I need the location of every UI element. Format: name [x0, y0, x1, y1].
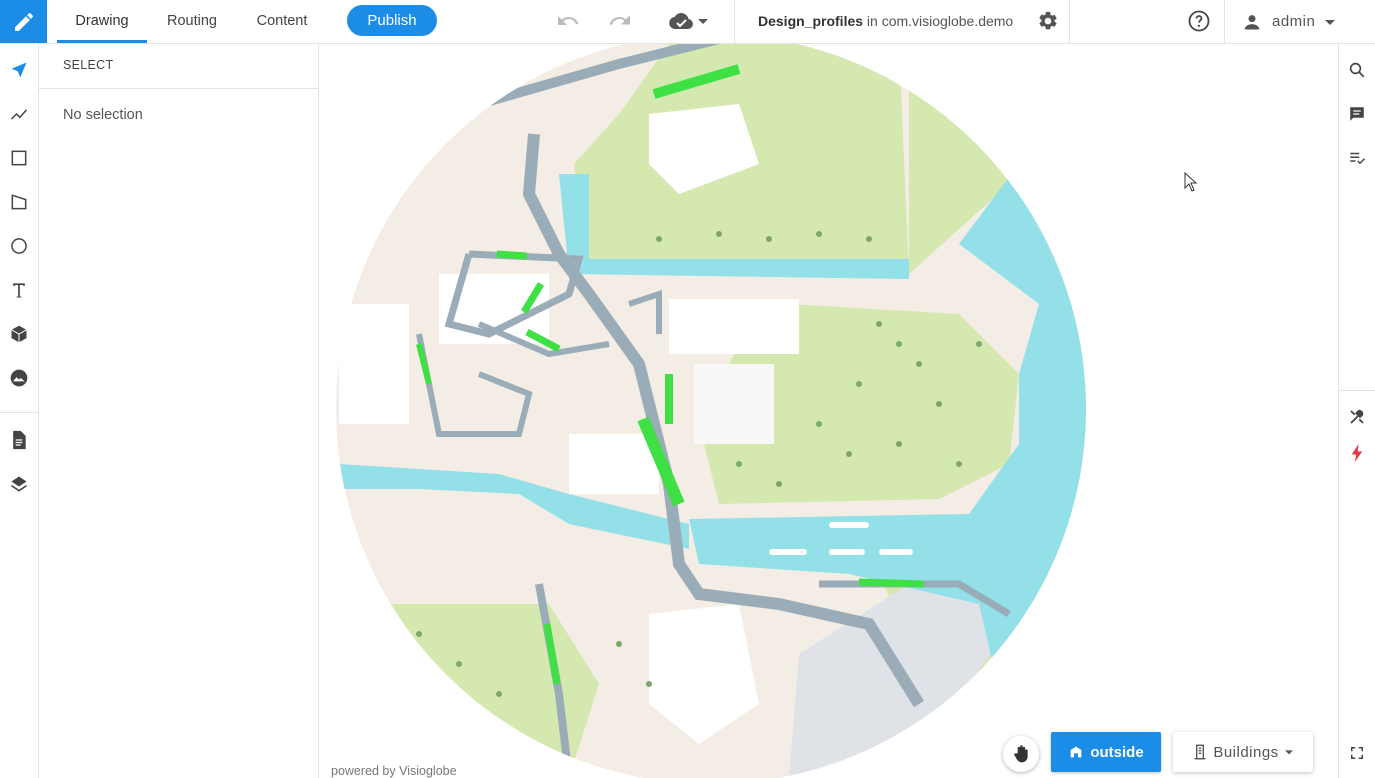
chevron-down-icon [1284, 750, 1293, 755]
image-icon[interactable] [7, 366, 31, 390]
selection-status: No selection [63, 107, 143, 123]
outside-label: outside [1090, 743, 1144, 761]
map-view[interactable] [319, 44, 1338, 778]
app-root: Drawing Routing Content Publish Design_p… [0, 0, 1375, 778]
map-canvas[interactable]: powered by Visioglobe outside Buildings [319, 44, 1338, 778]
pencil-icon[interactable] [0, 0, 47, 43]
right-toolbar [1338, 44, 1375, 778]
tab-content[interactable]: Content [240, 0, 324, 43]
chevron-down-icon [1325, 19, 1336, 25]
map-circle [336, 44, 1086, 778]
buildings-dropdown[interactable]: Buildings [1173, 732, 1313, 772]
divider [0, 412, 39, 413]
checklist-icon[interactable] [1346, 147, 1368, 169]
map-credit: powered by Visioglobe [331, 764, 457, 778]
gear-icon[interactable] [1035, 8, 1061, 34]
buildings-label: Buildings [1213, 743, 1279, 761]
lightning-icon[interactable] [1346, 442, 1368, 464]
circle-icon[interactable] [7, 234, 31, 258]
select-arrow-icon[interactable] [7, 58, 31, 82]
outside-button[interactable]: outside [1051, 732, 1161, 772]
divider [1069, 0, 1070, 43]
user-menu[interactable]: admin [1242, 0, 1336, 43]
divider [1224, 0, 1225, 43]
cloud-check-icon[interactable] [666, 8, 710, 34]
project-context: in com.visioglobe.demo [863, 13, 1014, 29]
project-title: Design_profiles in com.visioglobe.demo [758, 0, 1013, 42]
top-bar: Drawing Routing Content Publish Design_p… [0, 0, 1375, 44]
user-icon [1244, 14, 1260, 29]
divider [734, 0, 735, 43]
left-toolbar [0, 44, 39, 778]
comment-icon[interactable] [1346, 103, 1368, 125]
polygon-icon[interactable] [7, 190, 31, 214]
tools-icon[interactable] [1346, 406, 1368, 428]
publish-button[interactable]: Publish [347, 5, 437, 36]
undo-icon[interactable] [555, 8, 581, 34]
redo-icon[interactable] [607, 8, 633, 34]
divider [1339, 390, 1375, 391]
tab-drawing[interactable]: Drawing [57, 0, 147, 43]
fullscreen-icon[interactable] [1346, 742, 1368, 764]
document-icon[interactable] [7, 428, 31, 452]
layers-icon[interactable] [7, 472, 31, 496]
tower-icon [1194, 744, 1206, 760]
project-name: Design_profiles [758, 13, 864, 29]
tab-routing[interactable]: Routing [150, 0, 234, 43]
pan-hand-icon[interactable] [1003, 736, 1039, 772]
building-icon [1070, 746, 1082, 758]
polyline-icon[interactable] [7, 102, 31, 126]
cube-icon[interactable] [7, 322, 31, 346]
text-icon[interactable] [7, 278, 31, 302]
select-panel: SELECT No selection [39, 44, 319, 778]
search-icon[interactable] [1346, 59, 1368, 81]
help-icon[interactable] [1186, 8, 1212, 34]
panel-header: SELECT [39, 44, 318, 89]
rectangle-icon[interactable] [7, 146, 31, 170]
mouse-cursor-icon [1184, 172, 1198, 192]
user-name: admin [1272, 13, 1316, 30]
